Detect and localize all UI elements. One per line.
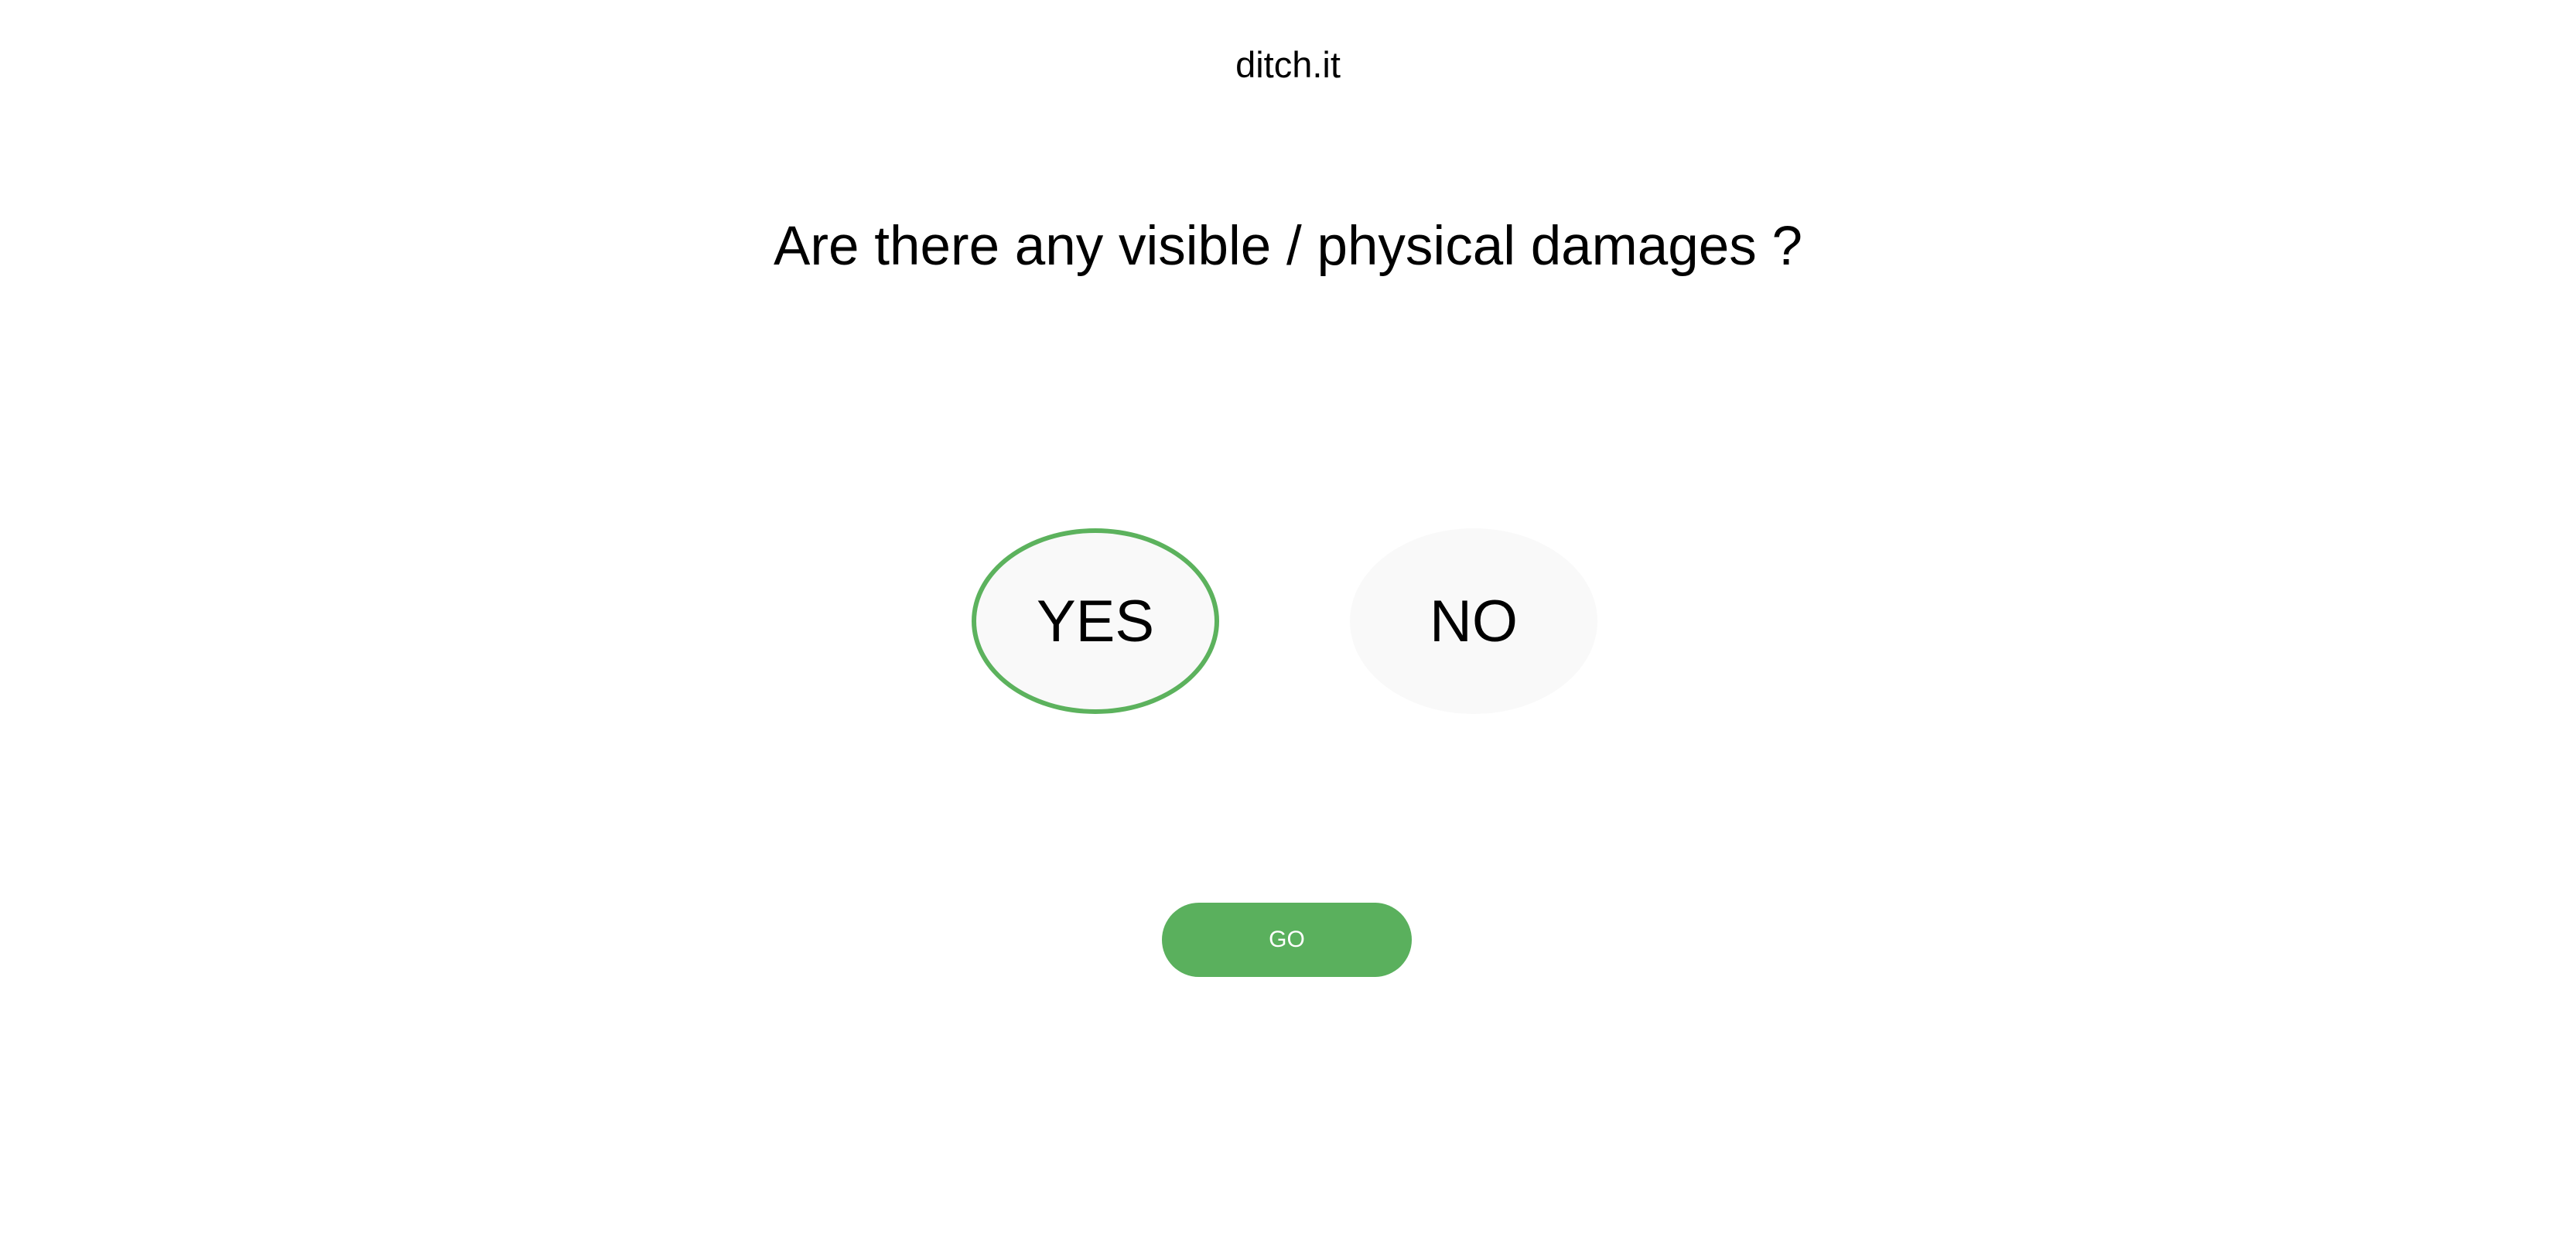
- option-no-label: NO: [1430, 588, 1518, 654]
- brand-logo-text: ditch.it: [1235, 44, 1341, 85]
- go-button[interactable]: GO: [1162, 903, 1412, 977]
- option-yes-label: YES: [1036, 588, 1155, 654]
- option-yes-button[interactable]: YES: [972, 528, 1219, 714]
- option-no-button[interactable]: NO: [1350, 528, 1597, 714]
- question-title: Are there any visible / physical damages…: [774, 216, 1802, 277]
